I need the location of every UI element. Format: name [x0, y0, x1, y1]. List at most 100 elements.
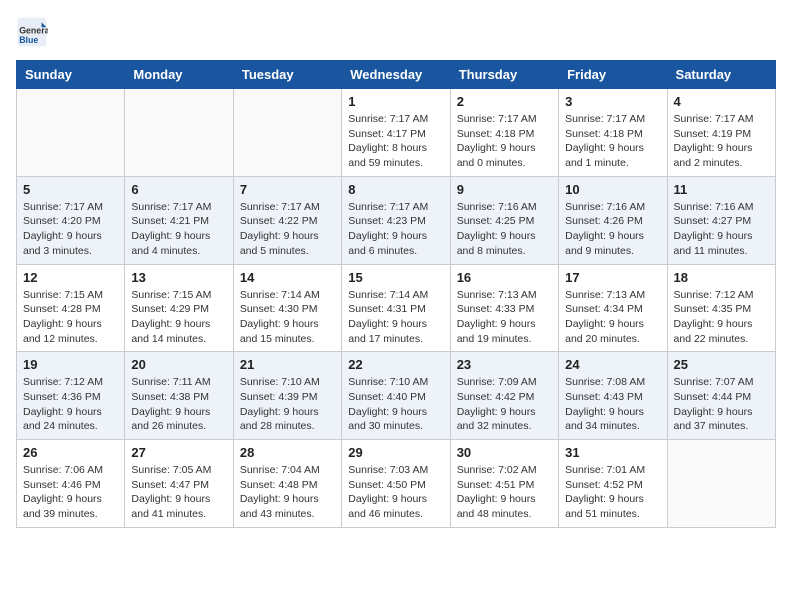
day-info: Sunrise: 7:03 AM Sunset: 4:50 PM Dayligh…: [348, 463, 443, 522]
calendar-day-cell: [233, 89, 341, 177]
calendar-day-cell: 19Sunrise: 7:12 AM Sunset: 4:36 PM Dayli…: [17, 352, 125, 440]
calendar-day-cell: 6 Sunrise: 7:17 AM Sunset: 4:21 PM Daylig…: [125, 176, 233, 264]
day-number: 24: [565, 357, 660, 372]
calendar-week-row: 26 Sunrise: 7:06 AM Sunset: 4:46 PM Dayli…: [17, 440, 776, 528]
calendar-day-cell: 13 Sunrise: 7:15 AM Sunset: 4:29 PM Dayli…: [125, 264, 233, 352]
day-info: Sunrise: 7:17 AM Sunset: 4:18 PM Dayligh…: [457, 112, 552, 171]
calendar-day-cell: 18Sunrise: 7:12 AM Sunset: 4:35 PM Dayli…: [667, 264, 775, 352]
calendar-day-cell: 10 Sunrise: 7:16 AM Sunset: 4:26 PM Dayli…: [559, 176, 667, 264]
calendar-day-cell: 31Sunrise: 7:01 AM Sunset: 4:52 PM Dayli…: [559, 440, 667, 528]
calendar-day-cell: 14 Sunrise: 7:14 AM Sunset: 4:30 PM Dayli…: [233, 264, 341, 352]
day-info: Sunrise: 7:17 AM Sunset: 4:21 PM Dayligh…: [131, 200, 226, 259]
day-info: Sunrise: 7:05 AM Sunset: 4:47 PM Dayligh…: [131, 463, 226, 522]
svg-text:Blue: Blue: [19, 35, 38, 45]
day-info: Sunrise: 7:17 AM Sunset: 4:20 PM Dayligh…: [23, 200, 118, 259]
day-info: Sunrise: 7:12 AM Sunset: 4:35 PM Dayligh…: [674, 288, 769, 347]
day-number: 13: [131, 270, 226, 285]
day-number: 9: [457, 182, 552, 197]
calendar-day-cell: 8 Sunrise: 7:17 AM Sunset: 4:23 PM Daylig…: [342, 176, 450, 264]
day-number: 2: [457, 94, 552, 109]
calendar-day-cell: 16 Sunrise: 7:13 AM Sunset: 4:33 PM Dayli…: [450, 264, 558, 352]
day-info: Sunrise: 7:15 AM Sunset: 4:29 PM Dayligh…: [131, 288, 226, 347]
calendar-day-cell: 3 Sunrise: 7:17 AM Sunset: 4:18 PM Daylig…: [559, 89, 667, 177]
day-of-week-header: Sunday: [17, 61, 125, 89]
day-info: Sunrise: 7:16 AM Sunset: 4:27 PM Dayligh…: [674, 200, 769, 259]
calendar-day-cell: 1 Sunrise: 7:17 AM Sunset: 4:17 PM Daylig…: [342, 89, 450, 177]
day-number: 17: [565, 270, 660, 285]
day-info: Sunrise: 7:11 AM Sunset: 4:38 PM Dayligh…: [131, 375, 226, 434]
calendar-week-row: 5Sunrise: 7:17 AM Sunset: 4:20 PM Daylig…: [17, 176, 776, 264]
day-number: 4: [674, 94, 769, 109]
day-number: 22: [348, 357, 443, 372]
day-number: 15: [348, 270, 443, 285]
day-number: 28: [240, 445, 335, 460]
day-info: Sunrise: 7:14 AM Sunset: 4:30 PM Dayligh…: [240, 288, 335, 347]
day-number: 14: [240, 270, 335, 285]
day-number: 3: [565, 94, 660, 109]
day-info: Sunrise: 7:13 AM Sunset: 4:34 PM Dayligh…: [565, 288, 660, 347]
day-number: 29: [348, 445, 443, 460]
day-of-week-header: Wednesday: [342, 61, 450, 89]
day-of-week-header: Thursday: [450, 61, 558, 89]
calendar-day-cell: 5Sunrise: 7:17 AM Sunset: 4:20 PM Daylig…: [17, 176, 125, 264]
day-number: 6: [131, 182, 226, 197]
calendar-day-cell: 2 Sunrise: 7:17 AM Sunset: 4:18 PM Daylig…: [450, 89, 558, 177]
day-number: 11: [674, 182, 769, 197]
day-number: 23: [457, 357, 552, 372]
day-number: 27: [131, 445, 226, 460]
day-info: Sunrise: 7:07 AM Sunset: 4:44 PM Dayligh…: [674, 375, 769, 434]
calendar-day-cell: 12 Sunrise: 7:15 AM Sunset: 4:28 PM Dayli…: [17, 264, 125, 352]
calendar-day-cell: 26 Sunrise: 7:06 AM Sunset: 4:46 PM Dayli…: [17, 440, 125, 528]
day-info: Sunrise: 7:13 AM Sunset: 4:33 PM Dayligh…: [457, 288, 552, 347]
calendar-day-cell: 15 Sunrise: 7:14 AM Sunset: 4:31 PM Dayli…: [342, 264, 450, 352]
day-info: Sunrise: 7:17 AM Sunset: 4:17 PM Dayligh…: [348, 112, 443, 171]
day-number: 20: [131, 357, 226, 372]
calendar-day-cell: [667, 440, 775, 528]
day-number: 12: [23, 270, 118, 285]
day-number: 16: [457, 270, 552, 285]
page-header: General Blue: [16, 16, 776, 48]
day-info: Sunrise: 7:16 AM Sunset: 4:26 PM Dayligh…: [565, 200, 660, 259]
calendar-day-cell: 21Sunrise: 7:10 AM Sunset: 4:39 PM Dayli…: [233, 352, 341, 440]
calendar-day-cell: 30 Sunrise: 7:02 AM Sunset: 4:51 PM Dayli…: [450, 440, 558, 528]
calendar-header-row: SundayMondayTuesdayWednesdayThursdayFrid…: [17, 61, 776, 89]
calendar-week-row: 19Sunrise: 7:12 AM Sunset: 4:36 PM Dayli…: [17, 352, 776, 440]
day-number: 19: [23, 357, 118, 372]
day-number: 8: [348, 182, 443, 197]
day-info: Sunrise: 7:09 AM Sunset: 4:42 PM Dayligh…: [457, 375, 552, 434]
calendar-day-cell: 22 Sunrise: 7:10 AM Sunset: 4:40 PM Dayli…: [342, 352, 450, 440]
day-number: 26: [23, 445, 118, 460]
calendar-week-row: 12 Sunrise: 7:15 AM Sunset: 4:28 PM Dayli…: [17, 264, 776, 352]
calendar-day-cell: 24 Sunrise: 7:08 AM Sunset: 4:43 PM Dayli…: [559, 352, 667, 440]
day-of-week-header: Saturday: [667, 61, 775, 89]
day-info: Sunrise: 7:02 AM Sunset: 4:51 PM Dayligh…: [457, 463, 552, 522]
day-info: Sunrise: 7:17 AM Sunset: 4:18 PM Dayligh…: [565, 112, 660, 171]
calendar-day-cell: 27 Sunrise: 7:05 AM Sunset: 4:47 PM Dayli…: [125, 440, 233, 528]
calendar-day-cell: 29 Sunrise: 7:03 AM Sunset: 4:50 PM Dayli…: [342, 440, 450, 528]
day-info: Sunrise: 7:15 AM Sunset: 4:28 PM Dayligh…: [23, 288, 118, 347]
calendar-day-cell: 4Sunrise: 7:17 AM Sunset: 4:19 PM Daylig…: [667, 89, 775, 177]
day-number: 10: [565, 182, 660, 197]
day-number: 31: [565, 445, 660, 460]
day-info: Sunrise: 7:08 AM Sunset: 4:43 PM Dayligh…: [565, 375, 660, 434]
calendar-day-cell: 28 Sunrise: 7:04 AM Sunset: 4:48 PM Dayli…: [233, 440, 341, 528]
calendar-table: SundayMondayTuesdayWednesdayThursdayFrid…: [16, 60, 776, 528]
logo-icon: General Blue: [16, 16, 48, 48]
day-number: 1: [348, 94, 443, 109]
day-info: Sunrise: 7:17 AM Sunset: 4:23 PM Dayligh…: [348, 200, 443, 259]
calendar-day-cell: 17 Sunrise: 7:13 AM Sunset: 4:34 PM Dayli…: [559, 264, 667, 352]
day-info: Sunrise: 7:06 AM Sunset: 4:46 PM Dayligh…: [23, 463, 118, 522]
calendar-week-row: 1 Sunrise: 7:17 AM Sunset: 4:17 PM Daylig…: [17, 89, 776, 177]
day-info: Sunrise: 7:14 AM Sunset: 4:31 PM Dayligh…: [348, 288, 443, 347]
day-of-week-header: Tuesday: [233, 61, 341, 89]
calendar-day-cell: [125, 89, 233, 177]
calendar-day-cell: 20 Sunrise: 7:11 AM Sunset: 4:38 PM Dayli…: [125, 352, 233, 440]
day-of-week-header: Friday: [559, 61, 667, 89]
day-info: Sunrise: 7:04 AM Sunset: 4:48 PM Dayligh…: [240, 463, 335, 522]
calendar-day-cell: 23 Sunrise: 7:09 AM Sunset: 4:42 PM Dayli…: [450, 352, 558, 440]
calendar-day-cell: 11 Sunrise: 7:16 AM Sunset: 4:27 PM Dayli…: [667, 176, 775, 264]
day-number: 30: [457, 445, 552, 460]
day-info: Sunrise: 7:16 AM Sunset: 4:25 PM Dayligh…: [457, 200, 552, 259]
day-info: Sunrise: 7:17 AM Sunset: 4:22 PM Dayligh…: [240, 200, 335, 259]
day-info: Sunrise: 7:10 AM Sunset: 4:40 PM Dayligh…: [348, 375, 443, 434]
